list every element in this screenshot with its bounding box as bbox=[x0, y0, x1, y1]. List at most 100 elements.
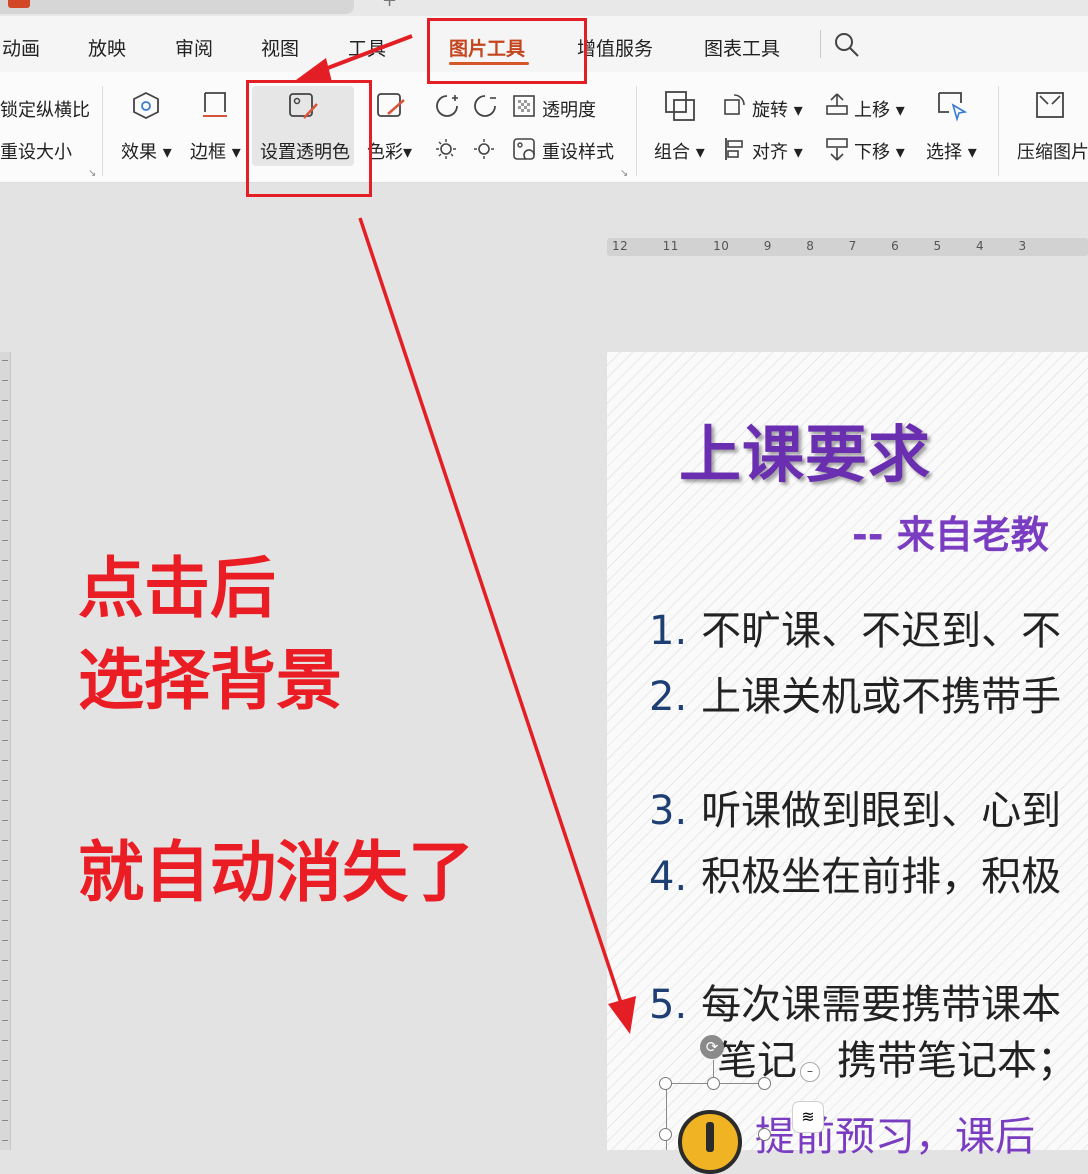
dialog-launcher-icon[interactable]: ↘ bbox=[88, 168, 96, 179]
ruler-tick bbox=[2, 720, 8, 721]
ruler-tick bbox=[2, 560, 8, 561]
list-item[interactable]: 1. 不旷课、不迟到、不 bbox=[649, 598, 1061, 656]
ruler-tick bbox=[2, 880, 8, 881]
resize-handle[interactable] bbox=[758, 1077, 771, 1090]
align-button[interactable]: 对齐 ▾ bbox=[752, 138, 803, 164]
ruler-tick bbox=[2, 420, 8, 421]
ruler-tick bbox=[2, 940, 8, 941]
ruler-tick bbox=[2, 400, 8, 401]
bring-forward-button[interactable]: 上移 ▾ bbox=[854, 96, 905, 122]
transparency-icon bbox=[513, 95, 535, 117]
search-icon[interactable] bbox=[834, 32, 860, 58]
layers-icon[interactable]: ≋ bbox=[792, 1101, 824, 1133]
contrast-down-icon[interactable] bbox=[472, 93, 498, 119]
menu-chart-tools[interactable]: 图表工具 bbox=[704, 34, 780, 61]
ruler-tick bbox=[2, 740, 8, 741]
dialog-launcher-icon[interactable]: ↘ bbox=[620, 168, 628, 179]
list-item[interactable]: 4. 积极坐在前排，积极 bbox=[649, 844, 1061, 902]
border-button[interactable]: 边框 ▾ bbox=[190, 138, 241, 164]
brightness-down-icon[interactable] bbox=[472, 136, 498, 162]
ruler-tick bbox=[2, 760, 8, 761]
color-icon bbox=[377, 93, 405, 117]
align-icon bbox=[725, 138, 743, 160]
contrast-up-icon[interactable] bbox=[434, 93, 460, 119]
ruler-tick bbox=[2, 840, 8, 841]
reset-style-icon bbox=[513, 138, 535, 160]
ruler-tick bbox=[2, 1000, 8, 1001]
ruler-tick bbox=[2, 440, 8, 441]
pptx-file-icon bbox=[8, 0, 30, 8]
ruler-tick bbox=[2, 800, 8, 801]
resize-handle[interactable] bbox=[707, 1077, 720, 1090]
menu-tools[interactable]: 工具 bbox=[348, 34, 386, 61]
brightness-up-icon[interactable] bbox=[434, 136, 460, 162]
highlight-box-transparent-color bbox=[246, 80, 372, 197]
new-tab-icon[interactable]: + bbox=[382, 0, 397, 11]
ruler-tick bbox=[2, 980, 8, 981]
warning-icon-picture[interactable] bbox=[678, 1110, 742, 1174]
slide-title[interactable]: 上课要求 bbox=[679, 404, 931, 494]
rotate-icon bbox=[724, 94, 745, 115]
compress-picture-icon bbox=[1036, 92, 1064, 118]
minus-control-icon[interactable]: – bbox=[800, 1062, 820, 1082]
document-tab[interactable] bbox=[0, 0, 354, 14]
slide[interactable]: 上课要求 -- 来自老教 1. 不旷课、不迟到、不 2. 上课关机或不携带手 3. 听… bbox=[607, 352, 1088, 1160]
ruler-tick bbox=[2, 620, 8, 621]
annotation-line-2: 选择背景 bbox=[78, 642, 342, 719]
slide-subtitle[interactable]: -- 来自老教 bbox=[852, 504, 1049, 559]
menu-animation[interactable]: 动画 bbox=[2, 34, 40, 61]
effects-button[interactable]: 效果 ▾ bbox=[121, 138, 172, 164]
ruler-tick bbox=[2, 700, 8, 701]
cube-icon bbox=[133, 91, 159, 120]
ruler-tick bbox=[2, 380, 8, 381]
ruler-tick bbox=[2, 900, 8, 901]
resize-handle[interactable] bbox=[659, 1128, 672, 1141]
highlight-box-picture-tools bbox=[427, 18, 587, 84]
ruler-tick bbox=[2, 920, 8, 921]
ribbon bbox=[0, 72, 1088, 183]
rotate-button[interactable]: 旋转 ▾ bbox=[752, 96, 803, 122]
ruler-tick bbox=[2, 1100, 8, 1101]
send-backward-button[interactable]: 下移 ▾ bbox=[854, 138, 905, 164]
ribbon-separator bbox=[998, 86, 999, 176]
lock-ratio-checkbox[interactable]: 锁定纵横比 bbox=[0, 96, 90, 122]
reset-size-button[interactable]: 重设大小 bbox=[0, 138, 72, 164]
compress-picture-button[interactable]: 压缩图片 bbox=[1017, 138, 1088, 164]
list-item-continuation[interactable]: 笔记，携带笔记本； bbox=[717, 1028, 1077, 1086]
ruler-tick bbox=[2, 1060, 8, 1061]
ruler-tick bbox=[2, 960, 8, 961]
menu-slideshow[interactable]: 放映 bbox=[88, 34, 126, 61]
rotate-handle-icon[interactable]: ⟳ bbox=[700, 1035, 724, 1059]
ruler-tick-labels: 12 11 10 9 8 7 6 5 4 3 bbox=[612, 239, 1027, 253]
ruler-tick bbox=[2, 680, 8, 681]
ribbon-separator bbox=[102, 86, 103, 176]
select-button[interactable]: 选择 ▾ bbox=[926, 138, 977, 164]
group-button[interactable]: 组合 ▾ bbox=[654, 138, 705, 164]
resize-handle[interactable] bbox=[659, 1077, 672, 1090]
list-item[interactable]: 3. 听课做到眼到、心到 bbox=[649, 778, 1061, 836]
menu-value-added[interactable]: 增值服务 bbox=[577, 34, 653, 61]
ruler-tick bbox=[2, 660, 8, 661]
ruler-tick bbox=[2, 580, 8, 581]
ruler-tick bbox=[2, 600, 8, 601]
menu-separator bbox=[820, 30, 821, 58]
resize-handle[interactable] bbox=[758, 1128, 771, 1141]
picture-border-icon bbox=[203, 92, 227, 117]
ribbon-separator bbox=[636, 86, 637, 176]
color-button[interactable]: 色彩▾ bbox=[367, 138, 412, 164]
list-item[interactable]: 5. 每次课需要携带课本 bbox=[649, 972, 1061, 1030]
vertical-ruler bbox=[0, 352, 11, 1150]
menu-view[interactable]: 视图 bbox=[261, 34, 299, 61]
menu-review[interactable]: 审阅 bbox=[175, 34, 213, 61]
ruler-tick bbox=[2, 780, 8, 781]
reset-style-button[interactable]: 重设样式 bbox=[542, 138, 614, 164]
transparency-button[interactable]: 透明度 bbox=[542, 96, 596, 122]
send-backward-icon bbox=[826, 138, 848, 161]
list-item[interactable]: 2. 上课关机或不携带手 bbox=[649, 664, 1061, 722]
select-icon bbox=[938, 92, 968, 122]
ruler-tick bbox=[2, 820, 8, 821]
ruler-tick bbox=[2, 1140, 8, 1141]
ruler-tick bbox=[2, 540, 8, 541]
ruler-tick bbox=[2, 1020, 8, 1021]
ruler-tick bbox=[2, 860, 8, 861]
